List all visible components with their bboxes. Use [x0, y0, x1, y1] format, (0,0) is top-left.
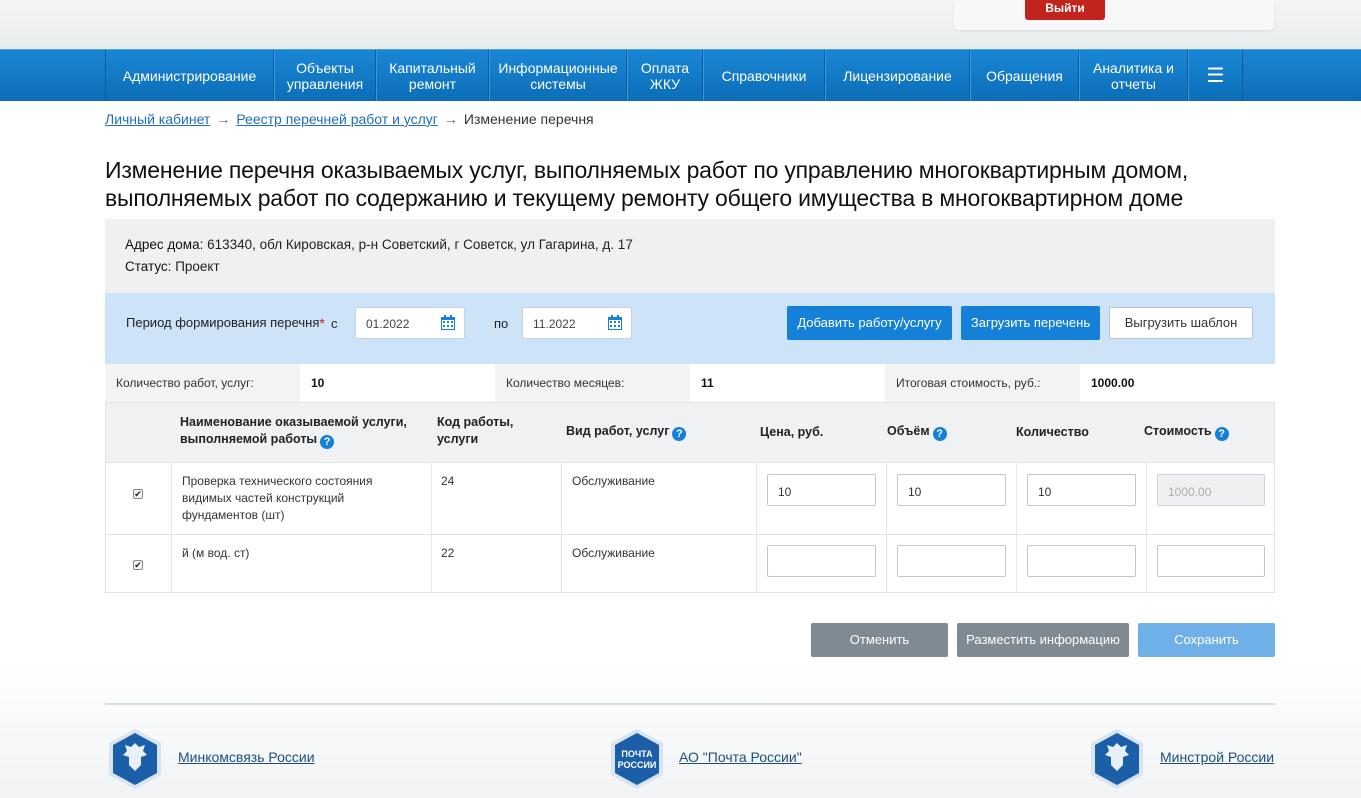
row-cost-cell: [1146, 535, 1274, 592]
logout-button[interactable]: Выйти: [1025, 0, 1105, 20]
footer-link-minstroy[interactable]: Минстрой России: [1160, 749, 1274, 765]
address-label: Адрес дома:: [125, 237, 204, 252]
nav-item-management-objects[interactable]: Объекты управления: [274, 50, 376, 101]
nav-item-directories[interactable]: Справочники: [703, 50, 825, 101]
row-code: 22: [431, 535, 561, 592]
header-volume: Объём?: [887, 423, 997, 441]
page-title: Изменение перечня оказываемых услуг, вып…: [105, 157, 1189, 211]
menu-icon[interactable]: ☰: [1188, 50, 1243, 101]
help-icon[interactable]: ?: [1214, 427, 1229, 441]
works-table: Наименование оказываемой услуги, выполня…: [105, 402, 1275, 593]
total-cost-value: 1000.00: [1080, 364, 1275, 402]
required-mark: *: [319, 315, 325, 331]
summary-row: Количество работ, услуг: 10 Количество м…: [105, 364, 1275, 402]
row-volume-cell: 10: [886, 463, 1016, 534]
cost-input: 1000.00: [1157, 474, 1265, 506]
quantity-input[interactable]: 10: [1027, 474, 1136, 506]
nav-item-capital-repair[interactable]: Капитальный ремонт: [376, 50, 489, 101]
status-label: Статус:: [125, 259, 172, 274]
table-row: ✔ й (м вод. ст) 22 Обслуживание: [106, 534, 1274, 592]
status-value: Проект: [175, 259, 220, 274]
publish-button[interactable]: Разместить информацию: [957, 623, 1129, 657]
footer-link-pochta[interactable]: АО "Почта России": [679, 749, 802, 765]
breadcrumb-current: Изменение перечня: [463, 111, 594, 127]
price-input[interactable]: [767, 545, 876, 577]
row-quantity-cell: [1016, 535, 1146, 592]
row-cost-cell: 1000.00: [1146, 463, 1274, 534]
cost-input[interactable]: [1157, 545, 1265, 577]
calendar-icon[interactable]: [440, 315, 456, 331]
months-count-label: Количество месяцев:: [495, 364, 690, 402]
address-value: 613340, обл Кировская, р-н Советский, г …: [207, 237, 633, 252]
table-row: ✔ Проверка технического состояния видимы…: [106, 462, 1274, 534]
row-price-cell: [756, 535, 886, 592]
period-from-label: с: [331, 316, 338, 331]
works-count-value: 10: [300, 364, 495, 402]
volume-input[interactable]: [897, 545, 1006, 577]
breadcrumb: Личный кабинет → Реестр перечней работ и у…: [105, 111, 594, 127]
row-type: Обслуживание: [561, 463, 756, 534]
table-header: Наименование оказываемой услуги, выполня…: [106, 403, 1274, 463]
row-volume-cell: [886, 535, 1016, 592]
header-code: Код работы, услуги: [437, 415, 514, 446]
help-icon[interactable]: ?: [672, 427, 687, 441]
period-to-label: по: [494, 316, 509, 331]
header-name: Наименование оказываемой услуги, выполня…: [180, 415, 407, 449]
pochta-logo-icon: ПОЧТА РОССИИ: [611, 729, 663, 789]
coat-of-arms-icon: [109, 729, 161, 789]
breadcrumb-arrow: →: [443, 111, 458, 127]
main-nav: Администрирование Объекты управления Кап…: [0, 49, 1361, 101]
footer: [0, 660, 1361, 798]
period-from-input[interactable]: 01.2022: [355, 307, 465, 339]
breadcrumb-arrow: →: [216, 111, 231, 127]
nav-item-administration[interactable]: Администрирование: [105, 50, 274, 101]
header-price: Цена, руб.: [760, 425, 824, 439]
nav-item-information-systems[interactable]: Информационные системы: [489, 50, 627, 101]
user-panel: [954, 0, 1274, 30]
quantity-input[interactable]: [1027, 545, 1136, 577]
breadcrumb-link-cabinet[interactable]: Личный кабинет: [105, 111, 210, 127]
footer-divider: [105, 703, 1275, 705]
save-button[interactable]: Сохранить: [1138, 623, 1275, 657]
row-code: 24: [431, 463, 561, 534]
row-quantity-cell: 10: [1016, 463, 1146, 534]
row-price-cell: 10: [756, 463, 886, 534]
footer-link-minkomsvyaz[interactable]: Минкомсвязь России: [178, 749, 315, 765]
months-count-value: 11: [690, 364, 885, 402]
period-label: Период формирования перечня*: [126, 315, 325, 331]
period-to-input[interactable]: 11.2022: [522, 307, 632, 339]
pochta-logo-text: ПОЧТА: [621, 749, 653, 759]
header-cost: Стоимость?: [1144, 423, 1264, 441]
help-icon[interactable]: ?: [932, 427, 947, 441]
breadcrumb-link-registry[interactable]: Реестр перечней работ и услуг: [236, 111, 438, 127]
nav-item-licensing[interactable]: Лицензирование: [825, 50, 970, 101]
header-quantity: Количество: [1016, 425, 1089, 439]
row-name: й (м вод. ст): [171, 535, 431, 592]
total-cost-label: Итоговая стоимость, руб.:: [885, 364, 1080, 402]
add-work-button[interactable]: Добавить работу/услугу: [787, 306, 952, 340]
period-panel: Период формирования перечня* с 01.2022 п…: [105, 293, 1275, 364]
download-template-button[interactable]: Выгрузить шаблон: [1109, 307, 1253, 339]
help-icon[interactable]: ?: [320, 435, 335, 449]
upload-list-button[interactable]: Загрузить перечень: [961, 306, 1100, 340]
house-info: Адрес дома: 613340, обл Кировская, р-н С…: [105, 219, 1275, 293]
works-count-label: Количество работ, услуг:: [105, 364, 300, 402]
address-line: Адрес дома: 613340, обл Кировская, р-н С…: [125, 237, 633, 252]
coat-of-arms-icon: [1091, 729, 1143, 789]
pochta-logo-text: РОССИИ: [618, 760, 657, 770]
header-type: Вид работ, услуг?: [566, 423, 736, 441]
status-line: Статус: Проект: [125, 259, 220, 274]
nav-item-analytics[interactable]: Аналитика и отчеты: [1079, 50, 1188, 101]
row-type: Обслуживание: [561, 535, 756, 592]
calendar-icon[interactable]: [607, 315, 623, 331]
row-checkbox[interactable]: ✔: [133, 560, 143, 570]
top-bar: Выйти: [0, 0, 1361, 49]
nav-item-payment[interactable]: Оплата ЖКУ: [627, 50, 703, 101]
cancel-button[interactable]: Отменить: [811, 623, 948, 657]
row-name: Проверка технического состояния видимых …: [171, 463, 431, 534]
nav-item-appeals[interactable]: Обращения: [970, 50, 1079, 101]
row-checkbox[interactable]: ✔: [133, 489, 143, 499]
volume-input[interactable]: 10: [897, 474, 1006, 506]
price-input[interactable]: 10: [767, 474, 876, 506]
